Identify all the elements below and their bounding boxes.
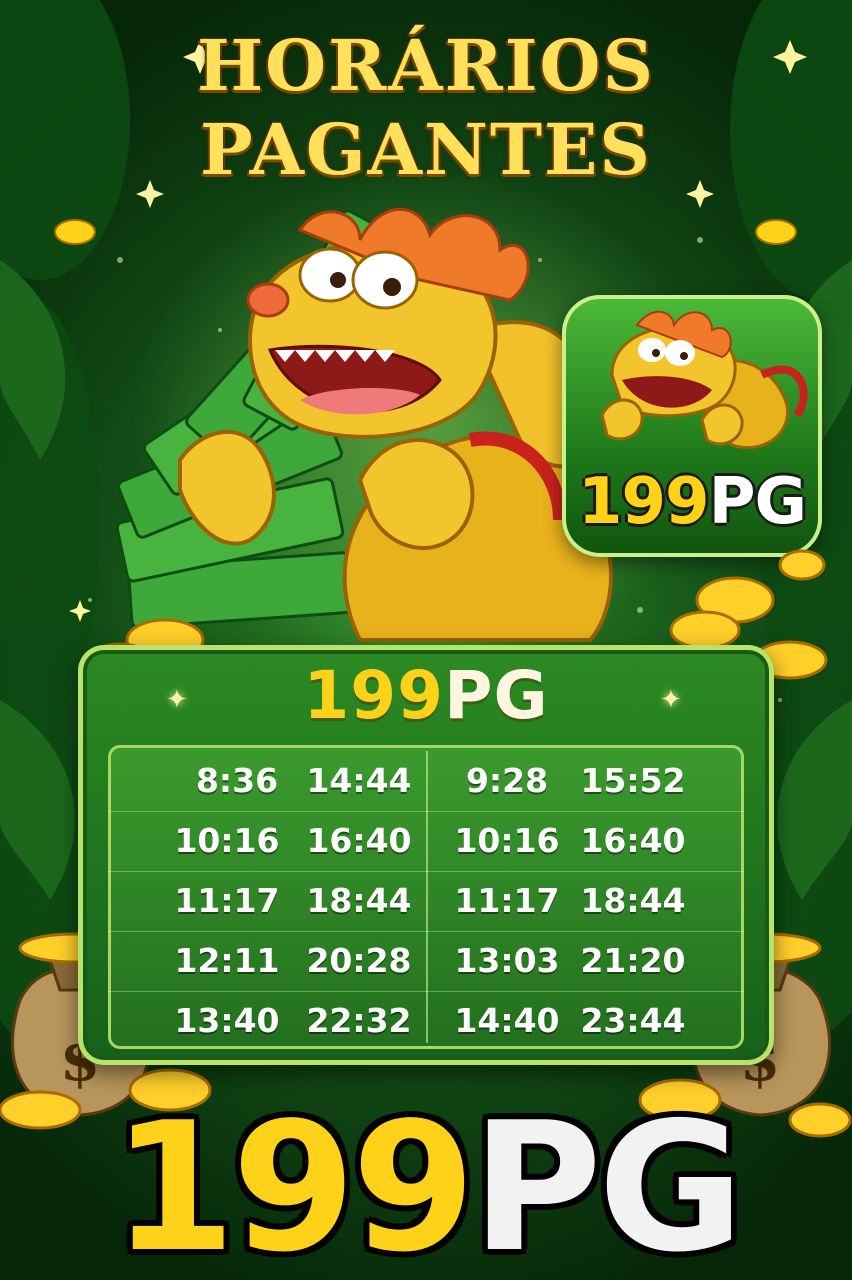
schedule-board: ✦ ✦ 199PG 8:36 14:44 9:28 15:52 10:16 16…: [78, 645, 774, 1065]
time-cell: 13:03: [454, 941, 560, 980]
promo-poster: HORÁRIOS PAGANTES 199PG $ ✦ ✦ 199PG 8:36…: [0, 0, 852, 1280]
time-cell: 14:44: [306, 761, 412, 800]
schedule-row: 11:17 18:44 11:17 18:44: [108, 871, 744, 932]
time-cell: 16:40: [306, 821, 412, 860]
time-cell: 12:11: [174, 941, 280, 980]
board-brand: 199PG: [78, 657, 774, 734]
time-cell: 20:28: [306, 941, 412, 980]
time-cell: 11:17: [174, 881, 280, 920]
time-cell: 10:16: [174, 821, 280, 860]
time-cell: 11:17: [454, 881, 560, 920]
time-cell: 15:52: [580, 761, 686, 800]
footer-brand-logo: 199PG: [0, 1098, 852, 1278]
time-cell: 8:36: [195, 761, 279, 800]
board-brand-letters: PG: [444, 657, 549, 734]
time-cell: 10:16: [454, 821, 560, 860]
time-cell: 18:44: [306, 881, 412, 920]
time-cell: 23:44: [580, 1001, 686, 1040]
time-cell: 18:44: [580, 881, 686, 920]
footer-brand-letters: PG: [471, 1084, 745, 1280]
time-cell: 16:40: [580, 821, 686, 860]
time-cell: 14:40: [454, 1001, 560, 1040]
schedule-row: 13:40 22:32 14:40 23:44: [108, 991, 744, 1051]
time-cell: 13:40: [174, 1001, 280, 1040]
time-cell: 21:20: [580, 941, 686, 980]
time-cell: 22:32: [306, 1001, 412, 1040]
footer-brand-digits: 199: [111, 1084, 476, 1280]
time-cell: 9:28: [465, 761, 549, 800]
schedule-row: 10:16 16:40 10:16 16:40: [108, 811, 744, 872]
schedule-grid: 8:36 14:44 9:28 15:52 10:16 16:40 10:16 …: [108, 745, 744, 1049]
schedule-row: 8:36 14:44 9:28 15:52: [108, 751, 744, 812]
board-brand-digits: 199: [303, 657, 445, 734]
schedule-row: 12:11 20:28 13:03 21:20: [108, 931, 744, 992]
